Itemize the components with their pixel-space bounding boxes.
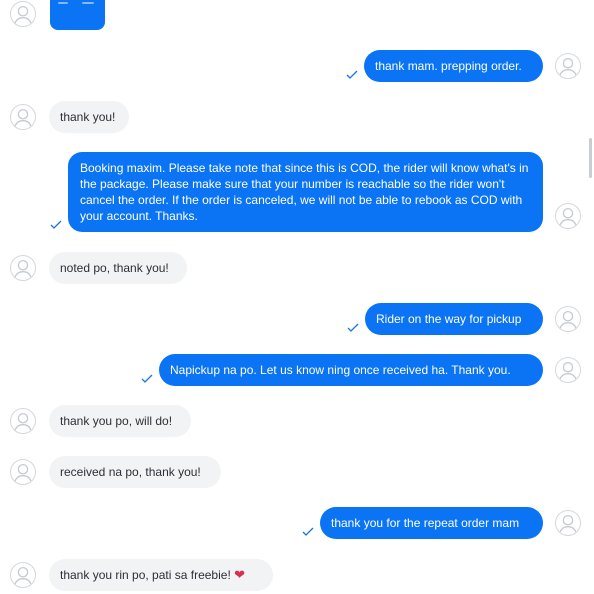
read-receipt-icon [302, 527, 314, 537]
read-receipt-icon [141, 374, 153, 384]
incoming-message: thank you! [49, 101, 129, 133]
message-text: thank you rin po, pati sa freebie! [60, 568, 231, 582]
outgoing-message: Booking maxim. Please take note that sin… [68, 152, 543, 232]
incoming-message: noted po, thank you! [49, 252, 187, 284]
incoming-message: thank you rin po, pati sa freebie! ❤ [49, 559, 273, 591]
image-message-thumbnail[interactable] [50, 0, 105, 30]
outgoing-message: thank mam. prepping order. [364, 50, 543, 82]
incoming-message: received na po, thank you! [49, 456, 221, 488]
chat-scrollbar[interactable] [589, 138, 592, 178]
seller-avatar [555, 510, 581, 536]
customer-avatar [10, 408, 36, 434]
outgoing-message: Napickup na po. Let us know ning once re… [159, 354, 543, 386]
read-receipt-icon [50, 220, 62, 230]
outgoing-message: thank you for the repeat order mam [320, 507, 543, 539]
heart-icon: ❤ [234, 567, 246, 582]
customer-avatar [10, 104, 36, 130]
seller-avatar [555, 306, 581, 332]
seller-avatar [555, 53, 581, 79]
customer-avatar [10, 255, 36, 281]
customer-avatar [10, 562, 36, 588]
read-receipt-icon [346, 70, 358, 80]
seller-avatar [555, 203, 581, 229]
read-receipt-icon [347, 323, 359, 333]
outgoing-message: Rider on the way for pickup [365, 303, 543, 335]
customer-avatar [10, 1, 36, 27]
customer-avatar [10, 459, 36, 485]
incoming-message: thank you po, will do! [49, 405, 191, 437]
seller-avatar [555, 357, 581, 383]
